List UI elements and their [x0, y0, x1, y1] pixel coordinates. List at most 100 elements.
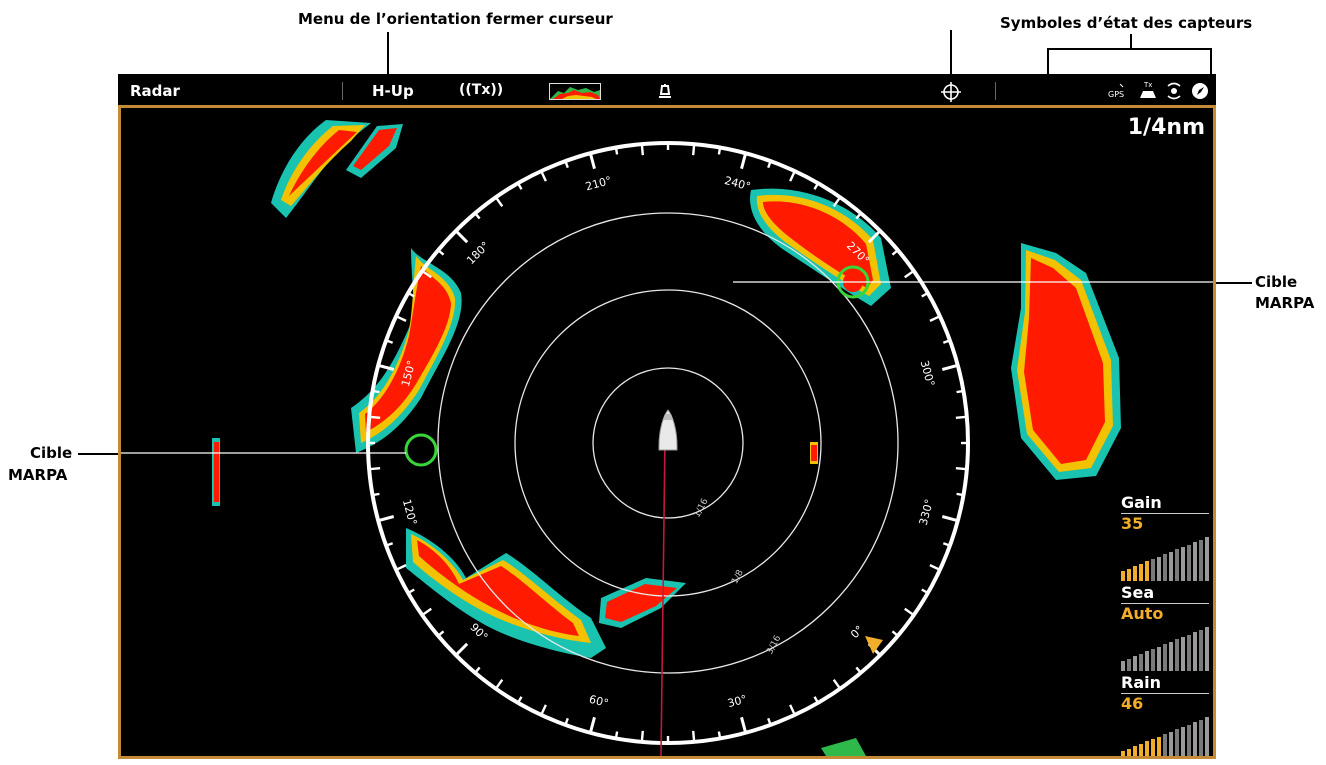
- annotation-leader-line: [1212, 282, 1252, 284]
- bearing-tick: [437, 249, 445, 256]
- range-ring-label: 3/16: [765, 634, 783, 657]
- bearing-tick: [832, 679, 842, 690]
- transmit-status[interactable]: ((Tx)): [459, 82, 503, 98]
- range-label[interactable]: 1/4nm: [1128, 115, 1205, 140]
- level-bar: [1127, 658, 1131, 671]
- level-bar: [1169, 551, 1173, 581]
- level-bar: [1133, 656, 1137, 671]
- level-bar: [1145, 741, 1149, 756]
- vessel-icon: [658, 409, 678, 451]
- level-bar: [1187, 724, 1191, 756]
- level-bar: [1199, 629, 1203, 671]
- sonar-icon: [1166, 82, 1182, 105]
- radar-screen: Radar H-Up ((Tx)) GPS Tx 210° 240° 270° …: [118, 74, 1216, 759]
- level-bar: [1193, 542, 1197, 581]
- gain-label: Gain: [1121, 493, 1162, 512]
- echo-colour-palette[interactable]: [549, 83, 601, 100]
- orientation-menu[interactable]: H-Up: [372, 82, 414, 100]
- level-bar: [1151, 559, 1155, 581]
- level-bar: [1139, 743, 1143, 756]
- bearing-label: 300°: [918, 359, 937, 388]
- bearing-tick: [691, 144, 696, 156]
- level-bar: [1205, 717, 1209, 756]
- close-cursor-icon[interactable]: [941, 82, 961, 107]
- bearing-tick: [369, 466, 381, 471]
- level-bar: [1175, 729, 1179, 756]
- bearing-tick: [407, 588, 415, 595]
- bearing-tick: [640, 144, 645, 156]
- bearing-tick: [891, 249, 899, 256]
- gain-control[interactable]: Gain 35: [1121, 494, 1209, 581]
- level-bar: [1127, 568, 1131, 581]
- annotation-bracket: [1047, 48, 1212, 50]
- bearing-tick: [891, 630, 899, 637]
- bearing-tick: [516, 182, 523, 190]
- annotation-marpa-right-2: MARPA: [1255, 294, 1315, 312]
- level-bar: [1157, 736, 1161, 756]
- rain-control[interactable]: Rain 46: [1121, 673, 1209, 756]
- annotation-bracket: [1210, 48, 1212, 74]
- bearing-tick: [614, 147, 619, 155]
- bearing-tick: [929, 315, 941, 322]
- annotation-leader-line: [78, 453, 120, 455]
- level-bar: [1133, 746, 1137, 756]
- compass-icon: [1191, 82, 1209, 105]
- bearing-tick: [904, 269, 915, 279]
- bearing-tick: [372, 492, 380, 497]
- bearing-tick: [921, 291, 929, 298]
- bearing-tick: [454, 229, 469, 244]
- bell-icon[interactable]: [658, 83, 672, 104]
- divider: [995, 82, 996, 100]
- bearing-tick: [474, 212, 481, 220]
- level-bar: [1151, 739, 1155, 756]
- bearing-tick: [369, 415, 381, 420]
- level-bar: [1145, 651, 1149, 671]
- bearing-label: 30°: [726, 693, 748, 711]
- level-bar: [1127, 748, 1131, 756]
- sea-control[interactable]: Sea Auto: [1121, 584, 1209, 671]
- gain-value: 35: [1121, 514, 1144, 533]
- bearing-tick: [516, 696, 523, 704]
- bearing-label: 180°: [464, 239, 492, 267]
- sea-value: Auto: [1121, 604, 1164, 623]
- bearing-tick: [395, 564, 407, 571]
- radar-plot[interactable]: 210° 240°270°180°300°150°330°120°0°90°60°…: [121, 108, 1213, 756]
- bearing-label: 240°: [723, 174, 752, 193]
- level-bar: [1181, 637, 1185, 671]
- level-bar: [1121, 661, 1125, 671]
- bearing-tick: [640, 730, 645, 742]
- bearing-tick: [395, 315, 407, 322]
- level-bar: [1199, 719, 1203, 756]
- radar-display[interactable]: 210° 240° 270° 180° 300° 150° 330° 120° 0° 90° 60°…: [118, 108, 1216, 759]
- bearing-tick: [789, 704, 796, 716]
- annotation-sensor-status: Symboles d’état des capteurs: [1000, 14, 1253, 32]
- rain-value: 46: [1121, 694, 1144, 713]
- annotation-bracket: [1130, 34, 1132, 48]
- range-ring-label: 1/16: [692, 497, 710, 520]
- bearing-tick: [740, 152, 748, 170]
- bearing-label: 60°: [588, 693, 610, 711]
- level-bar: [1175, 549, 1179, 581]
- rain-label: Rain: [1121, 673, 1161, 692]
- tx-icon: Tx: [1138, 80, 1158, 100]
- bearing-tick: [941, 515, 959, 523]
- level-bar: [1193, 632, 1197, 671]
- marpa-target-left[interactable]: [404, 433, 438, 467]
- bearing-tick: [372, 389, 380, 394]
- annotation-leader-line: [387, 32, 389, 78]
- app-title: Radar: [130, 82, 180, 100]
- bearing-tick: [955, 466, 967, 471]
- level-bar: [1151, 649, 1155, 671]
- bearing-tick: [454, 642, 469, 657]
- level-bar: [1169, 731, 1173, 756]
- bearing-label: 330°: [917, 498, 936, 527]
- bearing-tick: [789, 170, 796, 182]
- bearing-tick: [691, 730, 696, 742]
- level-bar: [1205, 537, 1209, 581]
- level-bar: [1139, 563, 1143, 581]
- annotation-bracket: [1047, 48, 1049, 74]
- annotation-marpa-right-1: Cible: [1255, 273, 1298, 291]
- rain-level-bars: [1121, 715, 1209, 756]
- sea-label: Sea: [1121, 583, 1155, 602]
- bearing-label: 210°: [584, 174, 613, 193]
